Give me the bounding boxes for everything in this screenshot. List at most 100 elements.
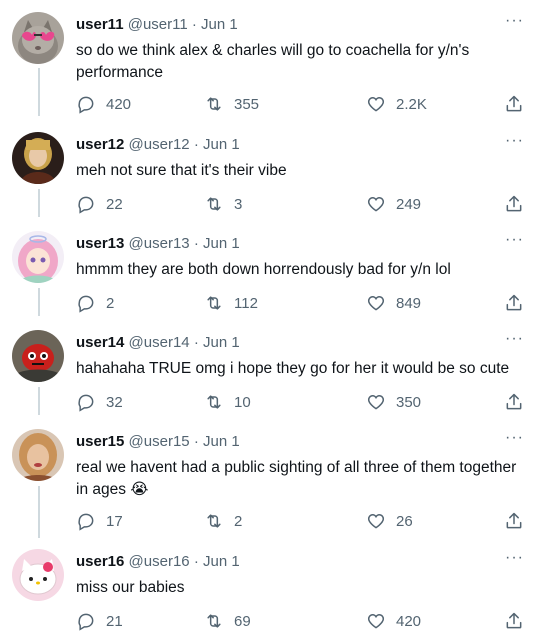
tweet-actions: 21 69 420 [76,611,536,635]
retweet-count: 69 [234,612,251,630]
like-count: 2.2K [396,95,427,113]
reply-count: 21 [106,612,123,630]
like-button[interactable]: 350 [366,392,421,412]
share-button[interactable] [504,611,524,631]
retweet-button[interactable]: 10 [204,392,251,412]
avatar[interactable] [12,330,64,382]
display-name[interactable]: user15 [76,433,124,450]
tweet-date[interactable]: Jun 1 [203,136,240,153]
display-name[interactable]: user12 [76,136,124,153]
reply-button[interactable]: 32 [76,392,123,412]
display-name[interactable]: user16 [76,553,124,570]
share-button[interactable] [504,194,524,214]
more-dots-icon[interactable]: ··· [505,331,524,347]
separator-dot: · [191,16,197,33]
avatar[interactable] [12,132,64,184]
tweet[interactable]: user16 @user16 · Jun 1 ··· miss our babi… [0,549,540,641]
hello-kitty-avatar-icon [12,549,64,601]
reply-button[interactable]: 420 [76,94,131,114]
user-handle[interactable]: @user13 [129,235,190,252]
like-button[interactable]: 2.2K [366,94,427,114]
like-button[interactable]: 249 [366,194,421,214]
avatar[interactable] [12,12,64,64]
share-icon [506,612,522,629]
more-dots-icon[interactable]: ··· [505,133,524,149]
reply-button[interactable]: 2 [76,293,114,313]
tweet[interactable]: user14 @user14 · Jun 1 ··· hahahaha TRUE… [0,330,540,420]
reply-count: 17 [106,512,123,530]
user-handle[interactable]: @user11 [128,16,188,33]
reply-button[interactable]: 17 [76,511,123,531]
separator-dot: · [193,553,199,570]
more-dots-icon[interactable]: ··· [505,13,524,29]
tweet-header: user13 @user13 · Jun 1 [76,235,240,252]
heart-icon [367,96,385,112]
tweet-header: user16 @user16 · Jun 1 [76,553,240,570]
avatar[interactable] [12,231,64,283]
tweet-date[interactable]: Jun 1 [203,433,240,450]
user-handle[interactable]: @user16 [129,553,190,570]
tweet-date[interactable]: Jun 1 [203,235,240,252]
user-handle[interactable]: @user14 [129,334,190,351]
red-creature-avatar-icon [12,330,64,382]
tweet-date[interactable]: Jun 1 [201,16,238,33]
like-button[interactable]: 849 [366,293,421,313]
tweet-text: hmmm they are both down horrendously bad… [76,261,451,278]
share-icon [506,512,522,529]
tweet-date[interactable]: Jun 1 [203,334,240,351]
tweet-date[interactable]: Jun 1 [203,553,240,570]
tweet-actions: 2 112 849 [76,293,536,317]
tweet-actions: 22 3 249 [76,194,536,218]
retweet-icon [207,514,221,528]
avatar[interactable] [12,429,64,481]
retweet-count: 112 [234,294,258,312]
tweet[interactable]: user15 @user15 · Jun 1 ··· real we haven… [0,429,540,541]
tweet-header: user11 @user11 · Jun 1 [76,16,238,33]
more-dots-icon[interactable]: ··· [505,232,524,248]
retweet-count: 355 [234,95,260,113]
retweet-icon [207,614,221,628]
tweet[interactable]: user12 @user12 · Jun 1 ··· meh not sure … [0,132,540,222]
display-name[interactable]: user11 [76,16,124,33]
reply-button[interactable]: 21 [76,611,123,631]
reply-count: 22 [106,195,123,213]
reply-icon [78,196,94,214]
reply-icon [78,513,94,531]
avatar[interactable] [12,549,64,601]
retweet-icon [207,197,221,211]
share-button[interactable] [504,94,524,114]
retweet-button[interactable]: 2 [204,511,242,531]
share-button[interactable] [504,293,524,313]
like-button[interactable]: 26 [366,511,413,531]
retweet-button[interactable]: 112 [204,293,258,313]
user-handle[interactable]: @user12 [129,136,190,153]
retweet-icon [207,296,221,310]
retweet-button[interactable]: 355 [204,94,259,114]
share-icon [506,393,522,410]
reply-button[interactable]: 22 [76,194,123,214]
user-handle[interactable]: @user15 [129,433,190,450]
like-button[interactable]: 420 [366,611,421,631]
share-button[interactable] [504,511,524,531]
display-name[interactable]: user14 [76,334,124,351]
dark-figure-avatar-icon [12,132,64,184]
more-dots-icon[interactable]: ··· [505,550,524,566]
more-dots-icon[interactable]: ··· [505,430,524,446]
share-button[interactable] [504,392,524,412]
like-count: 420 [396,612,422,630]
retweet-button[interactable]: 3 [204,194,242,214]
tweet-header: user12 @user12 · Jun 1 [76,136,240,153]
reply-icon [78,295,94,313]
retweet-button[interactable]: 69 [204,611,251,631]
tweet-header: user14 @user14 · Jun 1 [76,334,240,351]
tweet-text: so do we think alex & charles will go to… [76,42,470,81]
display-name[interactable]: user13 [76,235,124,252]
share-icon [506,95,522,112]
tweet[interactable]: user13 @user13 · Jun 1 ··· hmmm they are… [0,231,540,321]
share-icon [506,294,522,311]
tweet[interactable]: user11 @user11 · Jun 1 ··· so do we thin… [0,12,540,120]
retweet-icon [207,97,221,111]
retweet-icon [207,395,221,409]
heart-icon [367,295,385,311]
anime-girl-avatar-icon [12,231,64,283]
